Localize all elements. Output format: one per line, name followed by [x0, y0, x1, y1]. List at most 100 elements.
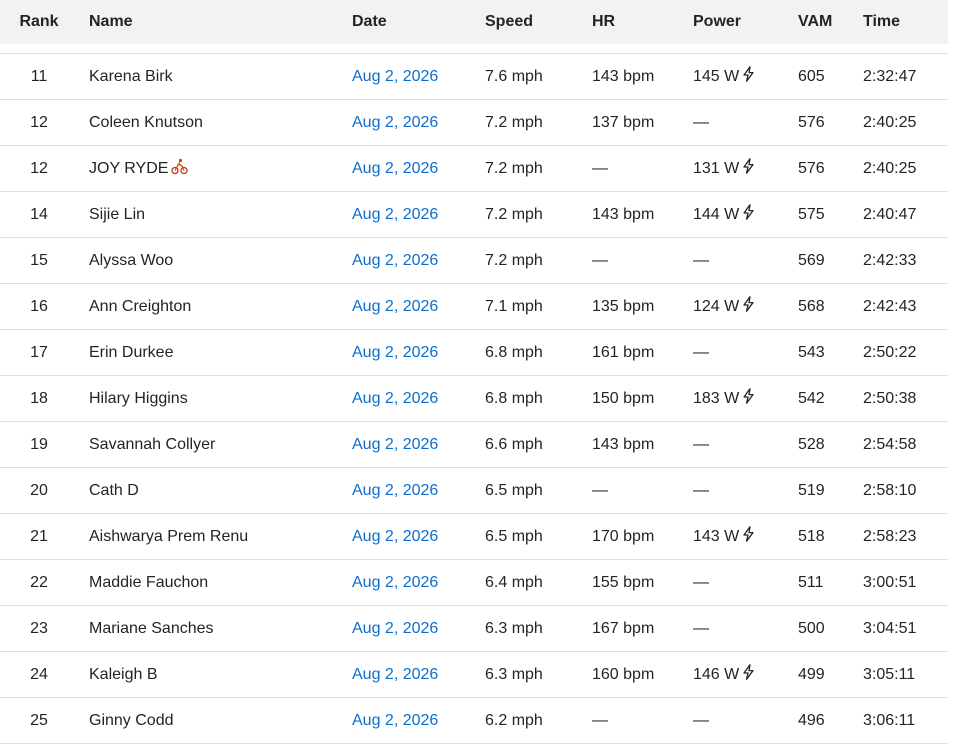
- rank-cell: 12: [30, 159, 48, 177]
- table-row: 22 Maddie Fauchon Aug 2, 2026 6.4 mph 155 bp…: [0, 560, 948, 606]
- speed-cell: 7.6 mph: [485, 67, 543, 85]
- table-row: 14 Sijie Lin Aug 2, 2026 7.2 mph 143 bpm 144 …: [0, 192, 948, 238]
- name-cell: Sijie Lin: [89, 192, 145, 237]
- activity-date-link[interactable]: Aug 2, 2026: [352, 252, 438, 270]
- athlete-name-link[interactable]: Aishwarya Prem Renu: [89, 528, 248, 546]
- time-cell: 2:54:58: [863, 435, 917, 453]
- time-cell: 3:06:11: [863, 711, 916, 729]
- speed-cell: 6.6 mph: [485, 435, 543, 453]
- speed-cell: 7.2 mph: [485, 251, 543, 269]
- header-speed[interactable]: Speed: [485, 0, 533, 44]
- activity-date-link[interactable]: Aug 2, 2026: [352, 344, 438, 362]
- header-name: Name: [89, 13, 133, 30]
- time-cell: 2:40:47: [863, 205, 917, 223]
- header-power[interactable]: Power: [693, 0, 741, 44]
- leaderboard-table: Rank Name Date Speed HR Power VAM Time 1…: [0, 0, 948, 744]
- activity-date-link[interactable]: Aug 2, 2026: [352, 114, 438, 132]
- vam-cell: 528: [798, 435, 825, 453]
- name-cell: Aishwarya Prem Renu: [89, 514, 248, 559]
- activity-date-link[interactable]: Aug 2, 2026: [352, 574, 438, 592]
- activity-date-link[interactable]: Aug 2, 2026: [352, 390, 438, 408]
- table-body: 11 Karena Birk Aug 2, 2026 7.6 mph 143 bpm 14…: [0, 54, 948, 744]
- activity-date-link[interactable]: Aug 2, 2026: [352, 666, 438, 684]
- date-cell: Aug 2, 2026: [352, 54, 438, 99]
- time-cell: 2:50:22: [863, 343, 917, 361]
- power-cell: —: [693, 606, 709, 651]
- name-cell: Mariane Sanches: [89, 606, 214, 651]
- hr-cell: 170 bpm: [592, 527, 655, 545]
- header-time[interactable]: Time: [863, 0, 900, 44]
- activity-date-link[interactable]: Aug 2, 2026: [352, 482, 438, 500]
- power-cell: 144 W: [693, 192, 755, 237]
- activity-date-link[interactable]: Aug 2, 2026: [352, 160, 438, 178]
- athlete-name-link[interactable]: Kaleigh B: [89, 666, 158, 684]
- hr-cell: —: [592, 481, 608, 499]
- lightning-bolt-icon: [742, 66, 755, 87]
- activity-date-link[interactable]: Aug 2, 2026: [352, 68, 438, 86]
- athlete-name-link[interactable]: Maddie Fauchon: [89, 574, 208, 592]
- header-rank[interactable]: Rank: [0, 0, 78, 44]
- activity-date-link[interactable]: Aug 2, 2026: [352, 620, 438, 638]
- hr-cell: 167 bpm: [592, 619, 655, 637]
- activity-date-link[interactable]: Aug 2, 2026: [352, 436, 438, 454]
- header-vam[interactable]: VAM: [798, 0, 832, 44]
- power-cell: 124 W: [693, 284, 755, 329]
- header-hr[interactable]: HR: [592, 0, 615, 44]
- name-cell: Hilary Higgins: [89, 376, 188, 421]
- name-cell: Cath D: [89, 468, 139, 513]
- athlete-name-link[interactable]: Savannah Collyer: [89, 436, 215, 454]
- cyclist-icon: [171, 158, 189, 180]
- rank-cell: 20: [30, 481, 48, 499]
- athlete-name-link[interactable]: Erin Durkee: [89, 344, 173, 362]
- rank-cell: 14: [30, 205, 48, 223]
- speed-cell: 6.4 mph: [485, 573, 543, 591]
- athlete-name-link[interactable]: Sijie Lin: [89, 206, 145, 224]
- lightning-bolt-icon: [742, 296, 755, 317]
- power-value: —: [693, 573, 709, 591]
- table-row: 19 Savannah Collyer Aug 2, 2026 6.6 mph 143 …: [0, 422, 948, 468]
- power-cell: —: [693, 238, 709, 283]
- athlete-name-link[interactable]: Mariane Sanches: [89, 620, 214, 638]
- activity-date-link[interactable]: Aug 2, 2026: [352, 206, 438, 224]
- athlete-name-link[interactable]: Ann Creighton: [89, 298, 191, 316]
- vam-cell: 605: [798, 67, 825, 85]
- date-cell: Aug 2, 2026: [352, 698, 438, 743]
- table-row: 17 Erin Durkee Aug 2, 2026 6.8 mph 161 bpm — 5…: [0, 330, 948, 376]
- athlete-name-link[interactable]: Alyssa Woo: [89, 252, 173, 270]
- date-cell: Aug 2, 2026: [352, 468, 438, 513]
- speed-cell: 6.5 mph: [485, 527, 543, 545]
- time-cell: 2:42:33: [863, 251, 917, 269]
- athlete-name-link[interactable]: Hilary Higgins: [89, 390, 188, 408]
- athlete-name-link[interactable]: Coleen Knutson: [89, 114, 203, 132]
- athlete-name-link[interactable]: JOY RYDE: [89, 160, 168, 178]
- time-cell: 3:00:51: [863, 573, 917, 591]
- athlete-name-link[interactable]: Cath D: [89, 482, 139, 500]
- rank-cell: 11: [30, 67, 48, 85]
- activity-date-link[interactable]: Aug 2, 2026: [352, 528, 438, 546]
- hr-cell: 137 bpm: [592, 113, 655, 131]
- power-value: —: [693, 251, 709, 269]
- lightning-bolt-icon: [742, 204, 755, 225]
- speed-cell: 6.8 mph: [485, 389, 543, 407]
- activity-date-link[interactable]: Aug 2, 2026: [352, 298, 438, 316]
- date-cell: Aug 2, 2026: [352, 514, 438, 559]
- athlete-name-link[interactable]: Ginny Codd: [89, 712, 174, 730]
- time-cell: 2:32:47: [863, 67, 917, 85]
- rank-cell: 22: [30, 573, 48, 591]
- power-value: —: [693, 435, 709, 453]
- rank-cell: 17: [30, 343, 48, 361]
- date-cell: Aug 2, 2026: [352, 422, 438, 467]
- name-cell: Erin Durkee: [89, 330, 173, 375]
- hr-cell: 155 bpm: [592, 573, 655, 591]
- date-cell: Aug 2, 2026: [352, 238, 438, 283]
- vam-cell: 511: [798, 573, 824, 591]
- activity-date-link[interactable]: Aug 2, 2026: [352, 712, 438, 730]
- vam-cell: 568: [798, 297, 825, 315]
- vam-cell: 519: [798, 481, 825, 499]
- table-row: 16 Ann Creighton Aug 2, 2026 7.1 mph 135 bpm…: [0, 284, 948, 330]
- name-cell: Karena Birk: [89, 54, 173, 99]
- power-cell: 131 W: [693, 146, 755, 191]
- hr-cell: —: [592, 251, 608, 269]
- power-value: 146 W: [693, 665, 740, 683]
- athlete-name-link[interactable]: Karena Birk: [89, 68, 173, 86]
